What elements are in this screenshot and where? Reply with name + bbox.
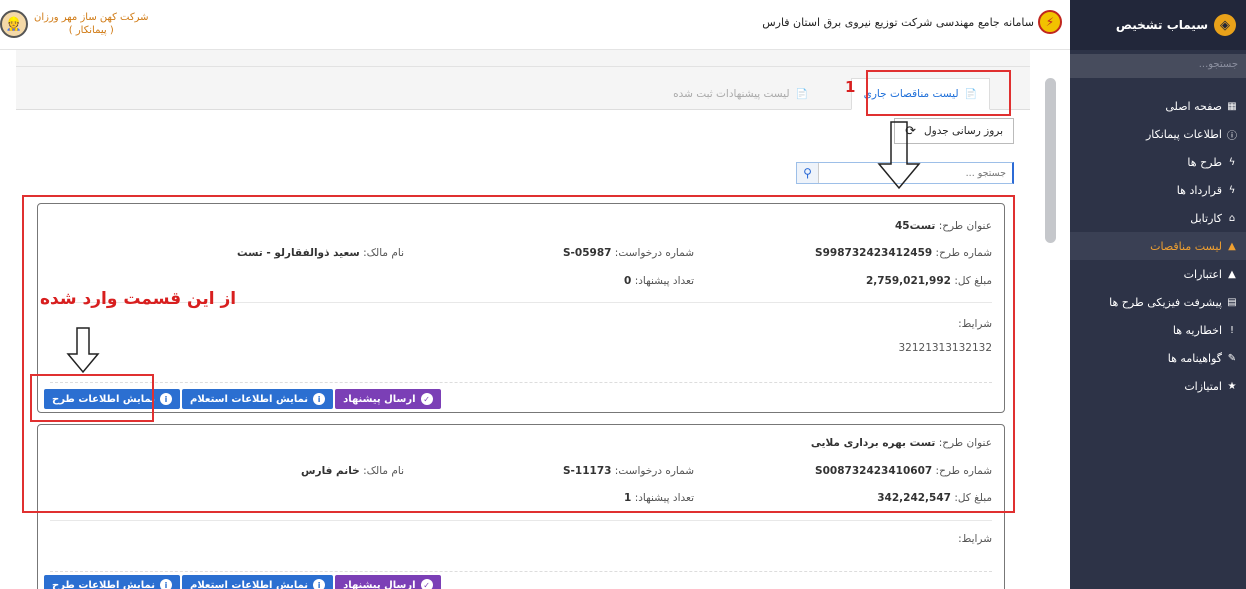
top-bar: ⚡ سامانه جامع مهندسی شرکت توزیع نیروی بر… [0,0,1070,50]
sidebar-item-points[interactable]: ★ امتیازات [1070,372,1246,400]
show-inquiry-button[interactable]: i نمایش اطلاعات استعلام [182,575,334,589]
info-icon: i [160,579,172,589]
show-plan-button[interactable]: i نمایش اطلاعات طرح [44,575,180,589]
tender-icon: ▲ [1228,240,1236,252]
certificate-icon: ✎ [1227,352,1237,364]
bolt-icon: ϟ [1228,184,1236,196]
annotation-card-highlight [22,195,1015,513]
dashboard-icon: ▦ [1227,100,1237,112]
sidebar-item-warnings[interactable]: ! اخطاریه ها [1070,316,1246,344]
system-brand: ⚡ سامانه جامع مهندسی شرکت توزیع نیروی بر… [762,10,1062,34]
annotation-arrow-down-icon [66,327,100,374]
company-name: شرکت کهن ساز مهر ورزان [34,12,149,23]
app-logo-icon: ◈ [1214,14,1236,36]
document-icon: 📄 [795,88,808,100]
electricity-logo-icon: ⚡ [1038,10,1062,34]
search-icon[interactable]: ⚲ [797,163,819,183]
company-info[interactable]: 👷 شرکت کهن ساز مهر ورزان ( پیمانکار ) [0,10,149,38]
sidebar-item-progress[interactable]: ▤ پیشرفت فیزیکی طرح ها [1070,288,1246,316]
sidebar-item-plans[interactable]: ϟ طرح ها [1070,148,1246,176]
annotation-tab-highlight [866,70,1011,116]
credit-icon: ▲ [1228,268,1236,280]
scrollbar-thumb[interactable] [1045,78,1056,243]
sidebar-item-cartable[interactable]: ⌂ کارتابل [1070,204,1246,232]
avatar[interactable]: 👷 [0,10,28,38]
annotation-entry-note: از این قسمت وارد شده [40,289,237,309]
tab-submitted-offers[interactable]: 📄 لیست پیشنهادات ثبت شده [661,78,820,110]
bolt-icon: ϟ [1228,156,1236,168]
sidebar-search-input[interactable]: جستجو... [1070,54,1246,78]
system-title: سامانه جامع مهندسی شرکت توزیع نیروی برق … [762,15,1034,29]
sidebar-item-credits[interactable]: ▲ اعتبارات [1070,260,1246,288]
progress-icon: ▤ [1227,296,1237,308]
inbox-icon: ⌂ [1228,212,1236,224]
warning-icon: ! [1229,324,1234,336]
sidebar-item-contracts[interactable]: ϟ قرارداد ها [1070,176,1246,204]
sidebar-item-tenders[interactable]: ▲ لیست مناقصات [1070,232,1246,260]
sidebar-menu: ▦ صفحه اصلی ⓘ اطلاعات پیمانکار ϟ طرح ها ϟ قر… [1070,92,1246,400]
app-title: سیماب تشخیص [1115,18,1208,32]
conditions-label: شرایط: [958,533,992,545]
annotation-button-highlight [30,374,154,422]
info-icon: ⓘ [1227,130,1237,142]
sidebar: ◈ سیماب تشخیص جستجو... ▦ صفحه اصلی ⓘ اطلاع… [1070,0,1246,589]
info-icon: i [313,579,326,589]
send-offer-button[interactable]: ✓ ارسال پیشنهاد [335,575,441,589]
sidebar-item-certificates[interactable]: ✎ گواهینامه ها [1070,344,1246,372]
annotation-step-number: 1 [845,78,856,96]
sidebar-header: ◈ سیماب تشخیص [1070,0,1246,50]
sidebar-item-home[interactable]: ▦ صفحه اصلی [1070,92,1246,120]
star-icon: ★ [1227,380,1237,392]
company-role: ( پیمانکار ) [68,25,114,36]
annotation-arrow-down-icon [877,121,921,190]
check-icon: ✓ [420,579,433,589]
sidebar-item-contractor-info[interactable]: ⓘ اطلاعات پیمانکار [1070,120,1246,148]
